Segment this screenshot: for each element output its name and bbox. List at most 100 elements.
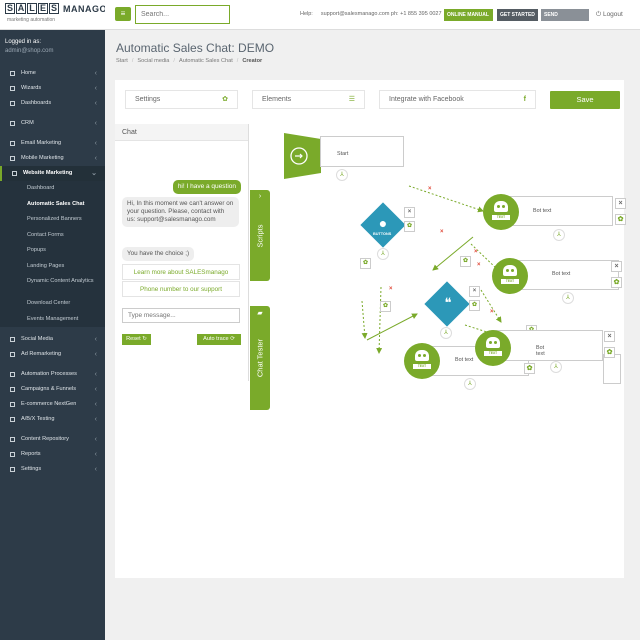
breadcrumb-current: Creator [242, 58, 263, 64]
settings-button[interactable]: Settings ✿ [125, 90, 238, 109]
close-icon[interactable]: × [615, 198, 626, 209]
sidebar-item-mobile-marketing[interactable]: Mobile Marketing ‹ [0, 151, 105, 166]
add-step-button[interactable]: ⅄ [550, 361, 562, 373]
remove-connection-icon[interactable]: × [490, 309, 494, 315]
breadcrumb-item[interactable]: Start [116, 58, 128, 64]
sidebar-item-email-marketing[interactable]: Email Marketing ‹ [0, 136, 105, 151]
close-icon[interactable]: × [611, 261, 622, 272]
reset-button[interactable]: Reset ↻ [122, 334, 151, 345]
send-feedback-button[interactable]: SEND FEEDBACK [541, 9, 589, 30]
sidebar-item-label: A/B/X Testing [21, 416, 55, 422]
bot-text-node-icon: TEXT [483, 194, 519, 230]
trace-icon: ⟳ [230, 336, 235, 342]
chevron-left-icon: ‹ [94, 416, 97, 423]
chevron-left-icon: ‹ [94, 401, 97, 408]
wand-icon [10, 86, 15, 91]
elements-button[interactable]: Elements ☰ [252, 90, 365, 109]
sidebar-item-ecommerce-nextgen[interactable]: E-commerce NextGen ‹ [0, 397, 105, 412]
logout-button[interactable]: ⏻ Logout [596, 11, 623, 19]
online-manual-button[interactable]: ONLINE MANUAL [444, 9, 493, 21]
start-node[interactable] [320, 136, 404, 167]
gear-icon[interactable]: ✿ [615, 214, 626, 225]
sidebar-subitem-popups[interactable]: Popups [0, 243, 105, 259]
gear-icon[interactable]: ✿ [360, 258, 371, 269]
gear-icon[interactable]: ✿ [404, 221, 415, 232]
sidebar-item-content-repository[interactable]: Content Repository ‹ [0, 432, 105, 447]
gear-icon[interactable]: ✿ [469, 300, 480, 311]
elements-label: Elements [262, 96, 292, 103]
sidebar-item-automation-processes[interactable]: Automation Processes ‹ [0, 367, 105, 382]
save-button[interactable]: Save [550, 91, 620, 109]
sidebar-item-home[interactable]: Home ‹ [0, 66, 105, 81]
bot-message: Hi, In this moment we can't answer on yo… [122, 197, 239, 227]
salesmanago-logo[interactable]: S A L E S MANAGO marketing automation [0, 0, 107, 30]
remove-connection-icon[interactable]: × [389, 286, 393, 292]
breadcrumb-item[interactable]: Social media [137, 58, 169, 64]
chat-message-input[interactable] [122, 308, 240, 323]
sidebar-item-dashboards[interactable]: Dashboards ‹ [0, 96, 105, 111]
chat-option-button[interactable]: Learn more about SALESmanago [122, 264, 240, 280]
sidebar-item-settings[interactable]: Settings ‹ [0, 462, 105, 477]
sidebar-item-ad-remarketing[interactable]: Ad Remarketing ‹ [0, 347, 105, 362]
close-icon[interactable]: × [604, 331, 615, 342]
search-input[interactable] [135, 5, 230, 24]
list-icon: ☰ [348, 96, 355, 103]
menu-toggle-button[interactable]: ≡ [115, 7, 131, 21]
home-icon [10, 71, 15, 76]
sidebar-item-label: Settings [21, 466, 42, 472]
sidebar-item-label: Campaigns & Funnels [21, 386, 77, 392]
remove-connection-icon[interactable]: × [428, 186, 432, 192]
logout-label: Logout [602, 11, 623, 18]
connector-line [480, 289, 502, 323]
chevron-left-icon: ‹ [94, 386, 97, 393]
remove-connection-icon[interactable]: × [474, 249, 478, 255]
close-icon[interactable]: × [469, 286, 480, 297]
report-icon [10, 452, 15, 457]
sidebar-subitem-personalized-banners[interactable]: Personalized Banners [0, 212, 105, 228]
sidebar-item-wizards[interactable]: Wizards ‹ [0, 81, 105, 96]
gear-icon[interactable]: ✿ [380, 301, 391, 312]
sidebar-subitem-landing-pages[interactable]: Landing Pages [0, 258, 105, 274]
breadcrumb-item[interactable]: Automatic Sales Chat [179, 58, 233, 64]
sidebar-subitem-dynamic-content-analytics[interactable]: Dynamic Content Analytics [0, 274, 105, 296]
chat-option-button[interactable]: Phone number to our support [122, 281, 240, 297]
add-step-button[interactable]: ⅄ [553, 229, 565, 241]
remove-connection-icon[interactable]: × [477, 262, 481, 268]
sidebar-subitem-dashboard[interactable]: Dashboard [0, 181, 105, 197]
add-step-button[interactable]: ⅄ [464, 378, 476, 390]
help-label: Help: [300, 11, 313, 17]
sidebar-item-website-marketing[interactable]: Website Marketing ⌄ [0, 166, 105, 181]
add-step-button[interactable]: ⅄ [440, 327, 452, 339]
gear-icon[interactable]: ✿ [524, 363, 535, 374]
gear-icon[interactable]: ✿ [604, 347, 615, 358]
sidebar-item-crm[interactable]: CRM ‹ [0, 116, 105, 131]
add-step-button[interactable]: ⅄ [562, 292, 574, 304]
integrate-facebook-button[interactable]: Integrate with Facebook f [379, 90, 536, 109]
sidebar-item-label: CRM [21, 120, 34, 126]
sidebar-subitem-automatic-sales-chat[interactable]: Automatic Sales Chat [0, 196, 105, 212]
sidebar-item-campaigns-funnels[interactable]: Campaigns & Funnels ‹ [0, 382, 105, 397]
sidebar-item-social-media[interactable]: Social Media ‹ [0, 332, 105, 347]
logged-in-user[interactable]: admin@shop.com [5, 47, 53, 56]
sidebar-item-abx-testing[interactable]: A/B/X Testing ‹ [0, 412, 105, 427]
sidebar-item-label: E-commerce NextGen [21, 401, 77, 407]
sidebar-subitem-events-management[interactable]: Events Management [0, 311, 105, 327]
sidebar-subitem-download-center[interactable]: Download Center [0, 296, 105, 312]
gear-icon[interactable]: ✿ [611, 277, 622, 288]
chevron-left-icon: ‹ [94, 451, 97, 458]
connector-line [366, 313, 418, 341]
auto-trace-button[interactable]: Auto trace ⟳ [197, 334, 241, 345]
gear-icon[interactable]: ✿ [460, 256, 471, 267]
logo-word: MANAGO [63, 3, 107, 14]
social-icon [10, 337, 15, 342]
gear-icon [10, 467, 15, 472]
sidebar-subitem-contact-forms[interactable]: Contact Forms [0, 227, 105, 243]
get-started-button[interactable]: GET STARTED [497, 9, 538, 21]
add-step-button[interactable]: ⅄ [336, 169, 348, 181]
add-step-button[interactable]: ⅄ [377, 248, 389, 260]
bot-text-node-right[interactable] [603, 354, 621, 384]
remove-connection-icon[interactable]: × [440, 229, 444, 235]
sidebar-item-reports[interactable]: Reports ‹ [0, 447, 105, 462]
logo-letter: S [49, 3, 59, 14]
close-icon[interactable]: × [404, 207, 415, 218]
